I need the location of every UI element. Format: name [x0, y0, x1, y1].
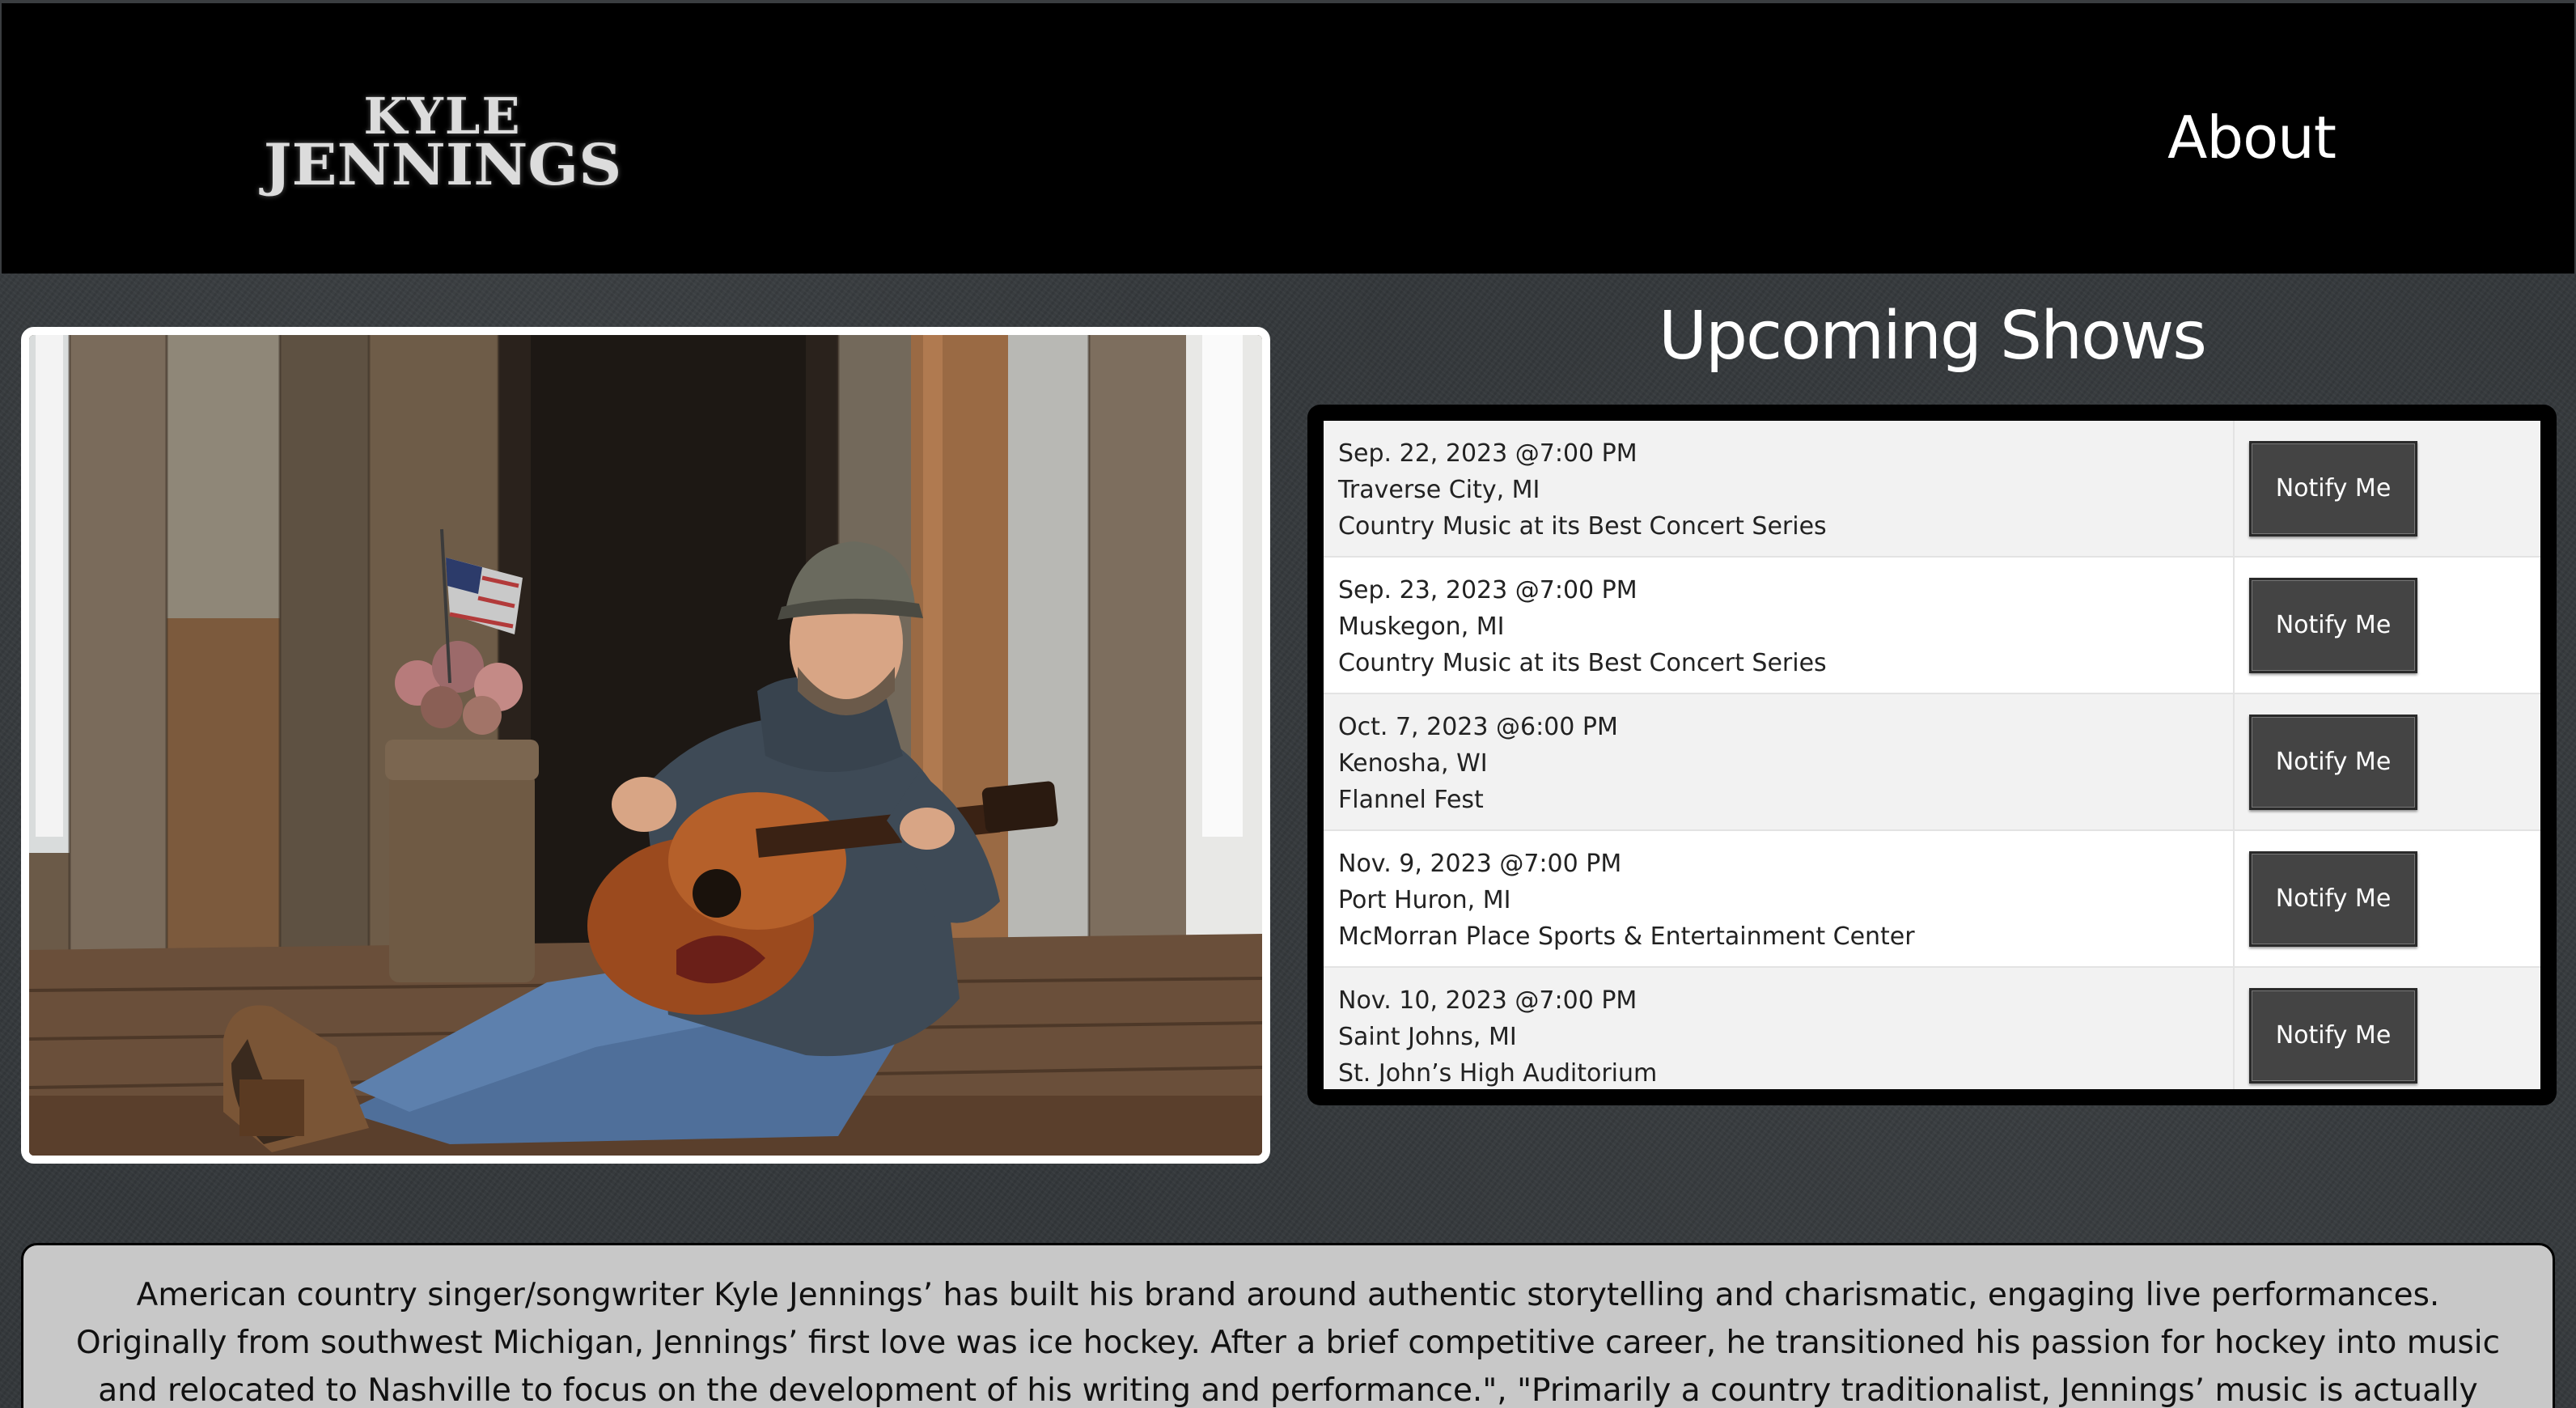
show-city: Saint Johns, MI — [1338, 1023, 1517, 1051]
show-info: Sep. 22, 2023 @7:00 PM Traverse City, MI… — [1324, 421, 2235, 556]
show-venue: McMorran Place Sports & Entertainment Ce… — [1338, 922, 1915, 951]
show-row: Nov. 9, 2023 @7:00 PM Port Huron, MI McM… — [1324, 831, 2540, 968]
show-city: Port Huron, MI — [1338, 886, 1511, 914]
show-info: Nov. 9, 2023 @7:00 PM Port Huron, MI McM… — [1324, 831, 2235, 966]
show-info: Sep. 23, 2023 @7:00 PM Muskegon, MI Coun… — [1324, 558, 2235, 693]
show-city: Muskegon, MI — [1338, 613, 1505, 641]
shows-panel: Sep. 22, 2023 @7:00 PM Traverse City, MI… — [1307, 405, 2557, 1105]
show-venue: Flannel Fest — [1338, 786, 1484, 814]
show-city: Traverse City, MI — [1338, 476, 1540, 504]
artist-photo — [21, 327, 1270, 1164]
show-action-cell: Notify Me — [2235, 968, 2540, 1089]
show-date: Sep. 23, 2023 @7:00 PM — [1338, 576, 1638, 604]
notify-me-button[interactable]: Notify Me — [2249, 714, 2417, 810]
show-action-cell: Notify Me — [2235, 831, 2540, 966]
show-venue: St. John’s High Auditorium — [1338, 1059, 1658, 1088]
notify-me-button[interactable]: Notify Me — [2249, 577, 2417, 673]
show-venue: Country Music at its Best Concert Series — [1338, 649, 1827, 677]
site-logo[interactable]: KYLE JENNINGS — [264, 91, 622, 206]
show-row: Sep. 22, 2023 @7:00 PM Traverse City, MI… — [1324, 421, 2540, 558]
show-row: Nov. 10, 2023 @7:00 PM Saint Johns, MI S… — [1324, 968, 2540, 1089]
shows-list[interactable]: Sep. 22, 2023 @7:00 PM Traverse City, MI… — [1324, 421, 2540, 1089]
notify-me-button[interactable]: Notify Me — [2249, 987, 2417, 1084]
nav-about-link[interactable]: About — [2167, 104, 2337, 172]
show-date: Nov. 10, 2023 @7:00 PM — [1338, 986, 1638, 1015]
notify-me-button[interactable]: Notify Me — [2249, 440, 2417, 536]
show-venue: Country Music at its Best Concert Series — [1338, 512, 1827, 541]
show-action-cell: Notify Me — [2235, 558, 2540, 693]
show-action-cell: Notify Me — [2235, 421, 2540, 556]
show-date: Nov. 9, 2023 @7:00 PM — [1338, 850, 1622, 878]
show-row: Oct. 7, 2023 @6:00 PM Kenosha, WI Flanne… — [1324, 694, 2540, 831]
show-date: Sep. 22, 2023 @7:00 PM — [1338, 439, 1638, 468]
notify-me-button[interactable]: Notify Me — [2249, 850, 2417, 947]
upcoming-shows-title: Upcoming Shows — [1658, 298, 2207, 375]
bio-text: American country singer/songwriter Kyle … — [21, 1243, 2555, 1408]
show-info: Nov. 10, 2023 @7:00 PM Saint Johns, MI S… — [1324, 968, 2235, 1089]
show-row: Sep. 23, 2023 @7:00 PM Muskegon, MI Coun… — [1324, 558, 2540, 694]
page: KYLE JENNINGS About Upcoming Shows Sep. … — [0, 0, 2576, 1408]
show-action-cell: Notify Me — [2235, 694, 2540, 829]
show-date: Oct. 7, 2023 @6:00 PM — [1338, 713, 1618, 741]
show-city: Kenosha, WI — [1338, 749, 1488, 778]
site-header: KYLE JENNINGS About — [0, 3, 2576, 274]
artist-with-guitar-photo-icon — [29, 335, 1262, 1156]
show-info: Oct. 7, 2023 @6:00 PM Kenosha, WI Flanne… — [1324, 694, 2235, 829]
logo-line-2: JENNINGS — [263, 131, 622, 198]
